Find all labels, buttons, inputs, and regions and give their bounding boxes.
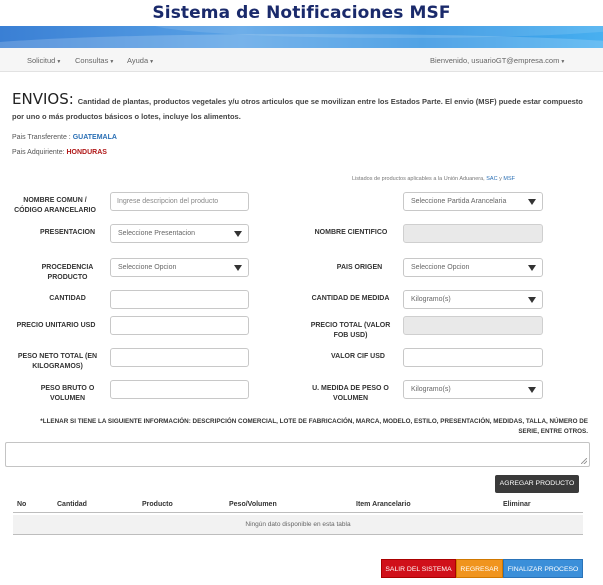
nav-consultas-label: Consultas <box>75 56 109 65</box>
nav-consultas[interactable]: Consultas▼ <box>75 56 114 65</box>
table-header-divider <box>13 512 583 513</box>
salir-button[interactable]: SALIR DEL SISTEMA <box>381 559 456 578</box>
u-medida-select[interactable]: Kilogramo(s) <box>403 380 543 399</box>
dropdown-arrow-icon <box>528 265 536 271</box>
precio-unitario-input[interactable] <box>110 316 249 335</box>
pais-adquiriente: Pais Adquiriente: HONDURAS <box>12 149 107 156</box>
listado-joiner: y <box>499 176 502 182</box>
nav-ayuda-label: Ayuda <box>127 56 149 65</box>
cantidad-label: CANTIDAD <box>49 295 86 302</box>
dropdown-arrow-icon <box>528 387 536 393</box>
precio-unitario-label: PRECIO UNITARIO USD <box>16 322 96 329</box>
nombre-cientifico-label: NOMBRE CIENTIFICO <box>314 229 388 236</box>
pais-adquiriente-label: Pais Adquiriente: <box>12 149 65 156</box>
column-header-producto[interactable]: Producto <box>142 501 173 508</box>
pais-origen-value: Seleccione Opcion <box>411 264 470 271</box>
info-note: *LLENAR SI TIENE LA SIGUIENTE INFORMACIÓ… <box>40 418 588 435</box>
envios-intro: ENVIOS: Cantidad de plantas, productos ve… <box>12 92 592 124</box>
procedencia-value: Seleccione Opcion <box>118 264 177 271</box>
navbar: Solicitud▼ Consultas▼ Ayuda▼ Bienvenido,… <box>0 48 603 72</box>
procedencia-select[interactable]: Seleccione Opcion <box>110 258 249 277</box>
peso-neto-input[interactable] <box>110 348 249 367</box>
pais-transferente-label: Pais Transferente : <box>12 134 71 141</box>
precio-total-label: PRECIO TOTAL (VALOR FOB USD) <box>310 322 391 339</box>
title-bar: Sistema de Notificaciones MSF <box>0 0 603 26</box>
cantidad-medida-select[interactable]: Kilogramo(s) <box>403 290 543 309</box>
column-header-cantidad[interactable]: Cantidad <box>57 501 87 508</box>
partida-arancelaria-value: Seleccione Partida Arancelaria <box>411 198 507 205</box>
peso-neto-label: PESO NETO TOTAL (EN KILOGRAMOS) <box>17 353 98 370</box>
peso-bruto-label: PESO BRUTO O VOLUMEN <box>40 385 95 402</box>
caret-down-icon: ▼ <box>109 59 115 65</box>
nav-solicitud-label: Solicitud <box>27 56 56 65</box>
user-menu-label: Bienvenido, usuarioGT@empresa.com <box>430 56 560 65</box>
presentacion-value: Seleccione Presentacion <box>118 230 196 237</box>
msf-link[interactable]: MSF <box>503 176 515 182</box>
finalizar-button[interactable]: FINALIZAR PROCESO <box>503 559 583 578</box>
column-header-no[interactable]: No <box>17 501 26 508</box>
agregar-producto-button[interactable]: AGREGAR PRODUCTO <box>495 475 579 493</box>
pais-adquiriente-value: HONDURAS <box>66 149 107 156</box>
sac-link[interactable]: SAC <box>486 176 497 182</box>
app-title: Sistema de Notificaciones MSF <box>152 3 451 23</box>
cantidad-input[interactable] <box>110 290 249 309</box>
header-banner <box>0 26 603 48</box>
regresar-button[interactable]: REGRESAR <box>456 559 503 578</box>
pais-origen-select[interactable]: Seleccione Opcion <box>403 258 543 277</box>
user-menu[interactable]: Bienvenido, usuarioGT@empresa.com▼ <box>430 56 565 65</box>
info-textarea[interactable] <box>5 442 590 467</box>
column-header-peso[interactable]: Peso/Volumen <box>229 501 277 508</box>
listado-text: Listados de productos aplicables a la Un… <box>352 176 485 182</box>
table-bottom-divider <box>13 534 583 535</box>
presentacion-select[interactable]: Seleccione Presentacion <box>110 224 249 243</box>
column-header-item[interactable]: Item Arancelario <box>356 501 411 508</box>
caret-down-icon: ▼ <box>560 59 566 65</box>
resize-handle-icon[interactable] <box>581 458 587 464</box>
column-header-eliminar[interactable]: Eliminar <box>503 501 531 508</box>
pais-transferente: Pais Transferente : GUATEMALA <box>12 134 117 141</box>
dropdown-arrow-icon <box>234 231 242 237</box>
procedencia-label: PROCEDENCIA PRODUCTO <box>41 264 94 281</box>
listado-productos: Listados de productos aplicables a la Un… <box>352 176 515 182</box>
table-empty-row: Ningún dato disponible en esta tabla <box>13 515 583 534</box>
nav-ayuda[interactable]: Ayuda▼ <box>127 56 154 65</box>
caret-down-icon: ▼ <box>56 59 62 65</box>
dropdown-arrow-icon <box>528 297 536 303</box>
nombre-comun-label: NOMBRE COMUN / CÓDIGO ARANCELARIO <box>14 197 96 214</box>
nav-solicitud[interactable]: Solicitud▼ <box>27 56 61 65</box>
valor-cif-label: VALOR CIF USD <box>331 353 385 360</box>
pais-transferente-value: GUATEMALA <box>72 134 117 141</box>
partida-arancelaria-select[interactable]: Seleccione Partida Arancelaria <box>403 192 543 211</box>
u-medida-label: U. MEDIDA DE PESO O VOLUMEN <box>312 385 389 402</box>
nombre-cientifico-input <box>403 224 543 243</box>
envios-heading: ENVIOS: <box>12 90 74 108</box>
envios-description: Cantidad de plantas, productos vegetales… <box>12 97 583 121</box>
pais-origen-label: PAIS ORIGEN <box>336 264 383 271</box>
nombre-comun-input[interactable]: Ingrese descripcion del producto <box>110 192 249 211</box>
valor-cif-input[interactable] <box>403 348 543 367</box>
dropdown-arrow-icon <box>234 265 242 271</box>
u-medida-value: Kilogramo(s) <box>411 386 451 393</box>
peso-bruto-input[interactable] <box>110 380 249 399</box>
cantidad-medida-label: CANTIDAD DE MEDIDA <box>311 295 390 302</box>
cantidad-medida-value: Kilogramo(s) <box>411 296 451 303</box>
caret-down-icon: ▼ <box>149 59 155 65</box>
dropdown-arrow-icon <box>528 199 536 205</box>
presentacion-label: PRESENTACION <box>39 229 96 236</box>
precio-total-input <box>403 316 543 335</box>
